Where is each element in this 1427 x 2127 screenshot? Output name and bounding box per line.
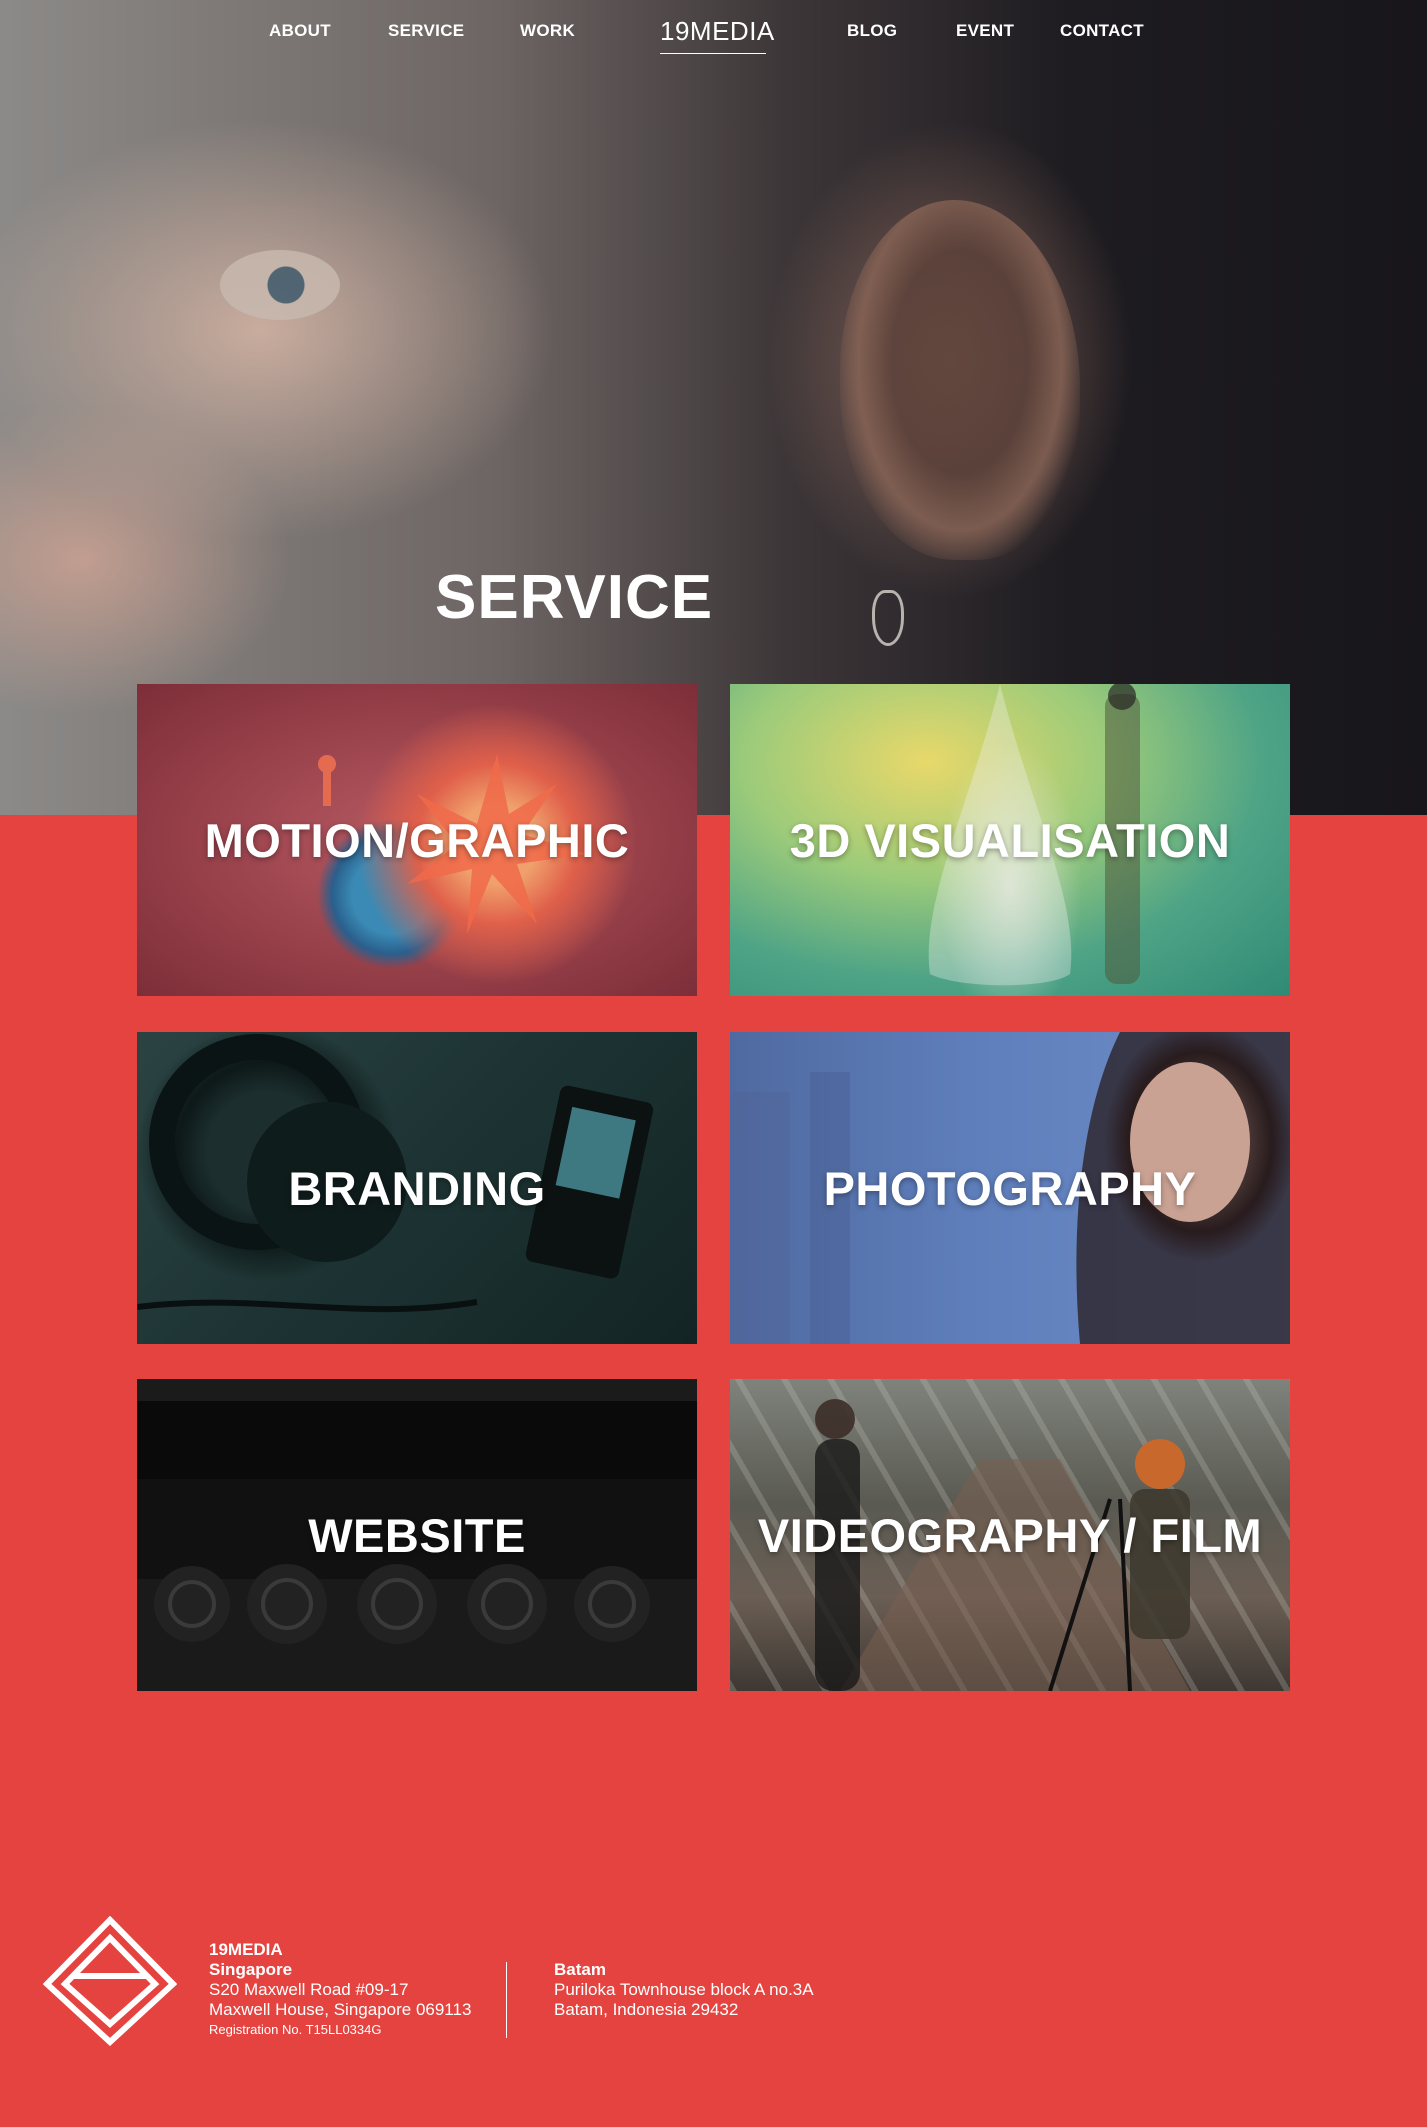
service-label: BRANDING — [288, 1161, 546, 1215]
service-tile-motion-graphic[interactable]: MOTION/GRAPHIC — [137, 684, 697, 996]
nav-contact[interactable]: CONTACT — [1060, 21, 1144, 41]
address-line: S20 Maxwell Road #09-17 — [209, 1980, 409, 1999]
main-navigation: ABOUT SERVICE WORK 19MEDIA BLOG EVENT CO… — [0, 0, 1427, 64]
singapore-address: 19MEDIA Singapore S20 Maxwell Road #09-1… — [209, 1940, 471, 2040]
service-label: MOTION/GRAPHIC — [204, 813, 630, 867]
nav-service[interactable]: SERVICE — [388, 21, 464, 41]
service-label: PHOTOGRAPHY — [823, 1161, 1197, 1215]
service-tile-branding[interactable]: BRANDING — [137, 1032, 697, 1344]
batam-address: Batam Puriloka Townhouse block A no.3A B… — [554, 1960, 814, 2020]
site-logo[interactable]: 19MEDIA — [660, 16, 774, 54]
hero-photo-eye — [220, 250, 340, 320]
company-name: 19MEDIA — [209, 1940, 283, 1959]
service-label: WEBSITE — [308, 1508, 526, 1562]
service-label: VIDEOGRAPHY / FILM — [757, 1508, 1263, 1562]
address-line: Maxwell House, Singapore 069113 — [209, 2000, 472, 2019]
nav-work[interactable]: WORK — [520, 21, 575, 41]
city-name: Singapore — [209, 1960, 293, 1979]
address-line: Batam, Indonesia 29432 — [554, 2000, 739, 2019]
service-tile-photography[interactable]: PHOTOGRAPHY — [730, 1032, 1290, 1344]
city-name: Batam — [554, 1960, 606, 1979]
page-title: SERVICE — [435, 563, 714, 632]
hero-photo-earring — [872, 590, 904, 646]
diamond-logo-icon — [43, 1916, 177, 2046]
service-tile-3d-visualisation[interactable]: 3D VISUALISATION — [730, 684, 1290, 996]
nav-event[interactable]: EVENT — [956, 21, 1014, 41]
nav-about[interactable]: ABOUT — [269, 21, 331, 41]
nav-blog[interactable]: BLOG — [847, 21, 897, 41]
address-line: Puriloka Townhouse block A no.3A — [554, 1980, 814, 1999]
service-tile-videography-film[interactable]: VIDEOGRAPHY / FILM — [730, 1379, 1290, 1691]
service-label: 3D VISUALISATION — [789, 813, 1231, 867]
footer-divider — [506, 1962, 507, 2038]
service-tile-website[interactable]: WEBSITE — [137, 1379, 697, 1691]
footer: 19MEDIA Singapore S20 Maxwell Road #09-1… — [0, 1900, 1427, 2127]
registration-number: Registration No. T15LL0334G — [209, 2022, 382, 2037]
hero-photo-ear — [840, 200, 1080, 560]
